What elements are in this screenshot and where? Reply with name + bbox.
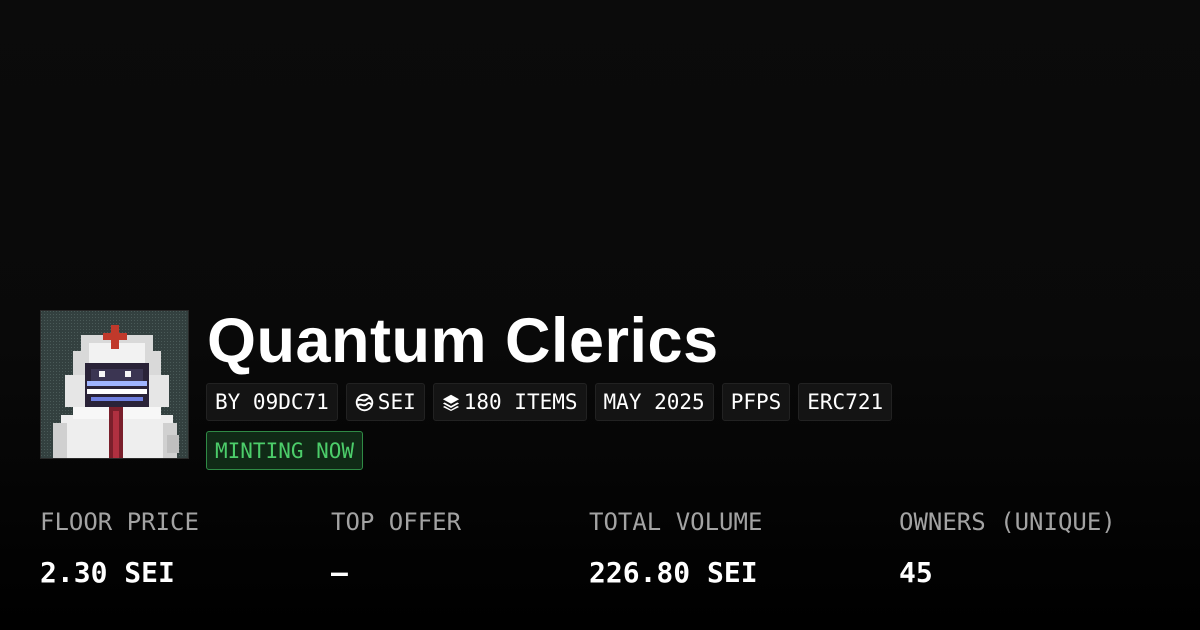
stat-floor-price-value: 2.30 SEI bbox=[40, 556, 175, 589]
stat-owners: OWNERS (UNIQUE) 45 bbox=[899, 504, 1116, 591]
stat-total-volume-value: 226.80 SEI bbox=[589, 556, 758, 589]
sei-logo-icon bbox=[355, 393, 374, 412]
tag-creator[interactable]: BY 09DC71 bbox=[206, 383, 338, 421]
stat-total-volume-label: TOTAL VOLUME bbox=[589, 508, 763, 536]
collection-avatar bbox=[40, 310, 189, 459]
tag-chain-label: SEI bbox=[377, 390, 416, 414]
cleric-pixel-art bbox=[41, 311, 188, 458]
tag-chain[interactable]: SEI bbox=[345, 383, 425, 421]
tag-creator-label: BY 09DC71 bbox=[215, 390, 329, 414]
stat-top-offer-label: TOP OFFER bbox=[331, 508, 462, 536]
tag-standard-label: ERC721 bbox=[807, 390, 884, 414]
tag-category-label: PFPS bbox=[730, 390, 782, 414]
stat-top-offer: TOP OFFER – bbox=[331, 504, 461, 591]
tag-items[interactable]: 180 ITEMS bbox=[432, 383, 587, 421]
tag-category[interactable]: PFPS bbox=[721, 383, 791, 421]
stat-floor-price-label: FLOOR PRICE bbox=[40, 508, 199, 536]
minting-status-label: MINTING NOW bbox=[215, 438, 355, 463]
stat-owners-value: 45 bbox=[899, 556, 933, 589]
minting-status-badge[interactable]: MINTING NOW bbox=[206, 431, 364, 470]
stat-owners-label: OWNERS (UNIQUE) bbox=[899, 508, 1116, 536]
stat-total-volume: TOTAL VOLUME 226.80 SEI bbox=[589, 504, 762, 591]
tag-date[interactable]: MAY 2025 bbox=[594, 383, 714, 421]
stat-top-offer-value: – bbox=[331, 556, 348, 589]
layers-icon bbox=[442, 393, 460, 411]
stat-floor-price: FLOOR PRICE 2.30 SEI bbox=[40, 504, 199, 591]
tag-standard[interactable]: ERC721 bbox=[798, 383, 893, 421]
collection-tags: BY 09DC71 SEI 180 ITEMS MAY 2025 PFPS ER… bbox=[206, 383, 893, 421]
collection-card: Quantum Clerics BY 09DC71 SEI 180 ITEMS … bbox=[0, 0, 1200, 630]
tag-items-label: 180 ITEMS bbox=[463, 390, 578, 414]
tag-date-label: MAY 2025 bbox=[603, 390, 705, 414]
collection-title: Quantum Clerics bbox=[207, 306, 719, 376]
